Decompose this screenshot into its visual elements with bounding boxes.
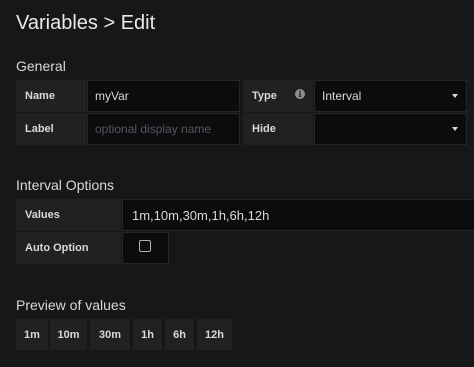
preview-section-title: Preview of values xyxy=(16,297,126,313)
preview-value-tag: 30m xyxy=(90,319,130,350)
preview-value-tag: 1h xyxy=(133,319,162,350)
preview-value-tag: 6h xyxy=(165,319,194,350)
auto-option-checkbox[interactable] xyxy=(139,240,151,252)
label-input[interactable]: optional display name xyxy=(87,113,240,145)
preview-value-tag: 10m xyxy=(50,319,87,350)
name-label: Name xyxy=(16,80,86,112)
page-title: Variables > Edit xyxy=(16,12,156,34)
general-section-title: General xyxy=(16,58,66,74)
hide-select[interactable] xyxy=(314,113,467,145)
type-label-text: Type xyxy=(252,90,277,102)
chevron-down-icon xyxy=(452,94,458,98)
type-label: Type i xyxy=(243,80,313,112)
type-select[interactable]: Interval xyxy=(314,80,467,112)
preview-value-tag: 12h xyxy=(197,319,232,350)
hide-label: Hide xyxy=(243,113,313,145)
values-input[interactable]: 1m,10m,30m,1h,6h,12h xyxy=(122,199,474,231)
info-circle-icon[interactable]: i xyxy=(295,89,305,99)
values-label: Values xyxy=(16,199,121,231)
preview-value-tag: 1m xyxy=(16,319,48,350)
name-input[interactable]: myVar xyxy=(87,80,240,112)
interval-options-section-title: Interval Options xyxy=(16,177,115,193)
type-select-value: Interval xyxy=(322,89,362,103)
label-label: Label xyxy=(16,113,86,145)
chevron-down-icon xyxy=(452,127,458,131)
auto-option-label: Auto Option xyxy=(16,232,121,264)
